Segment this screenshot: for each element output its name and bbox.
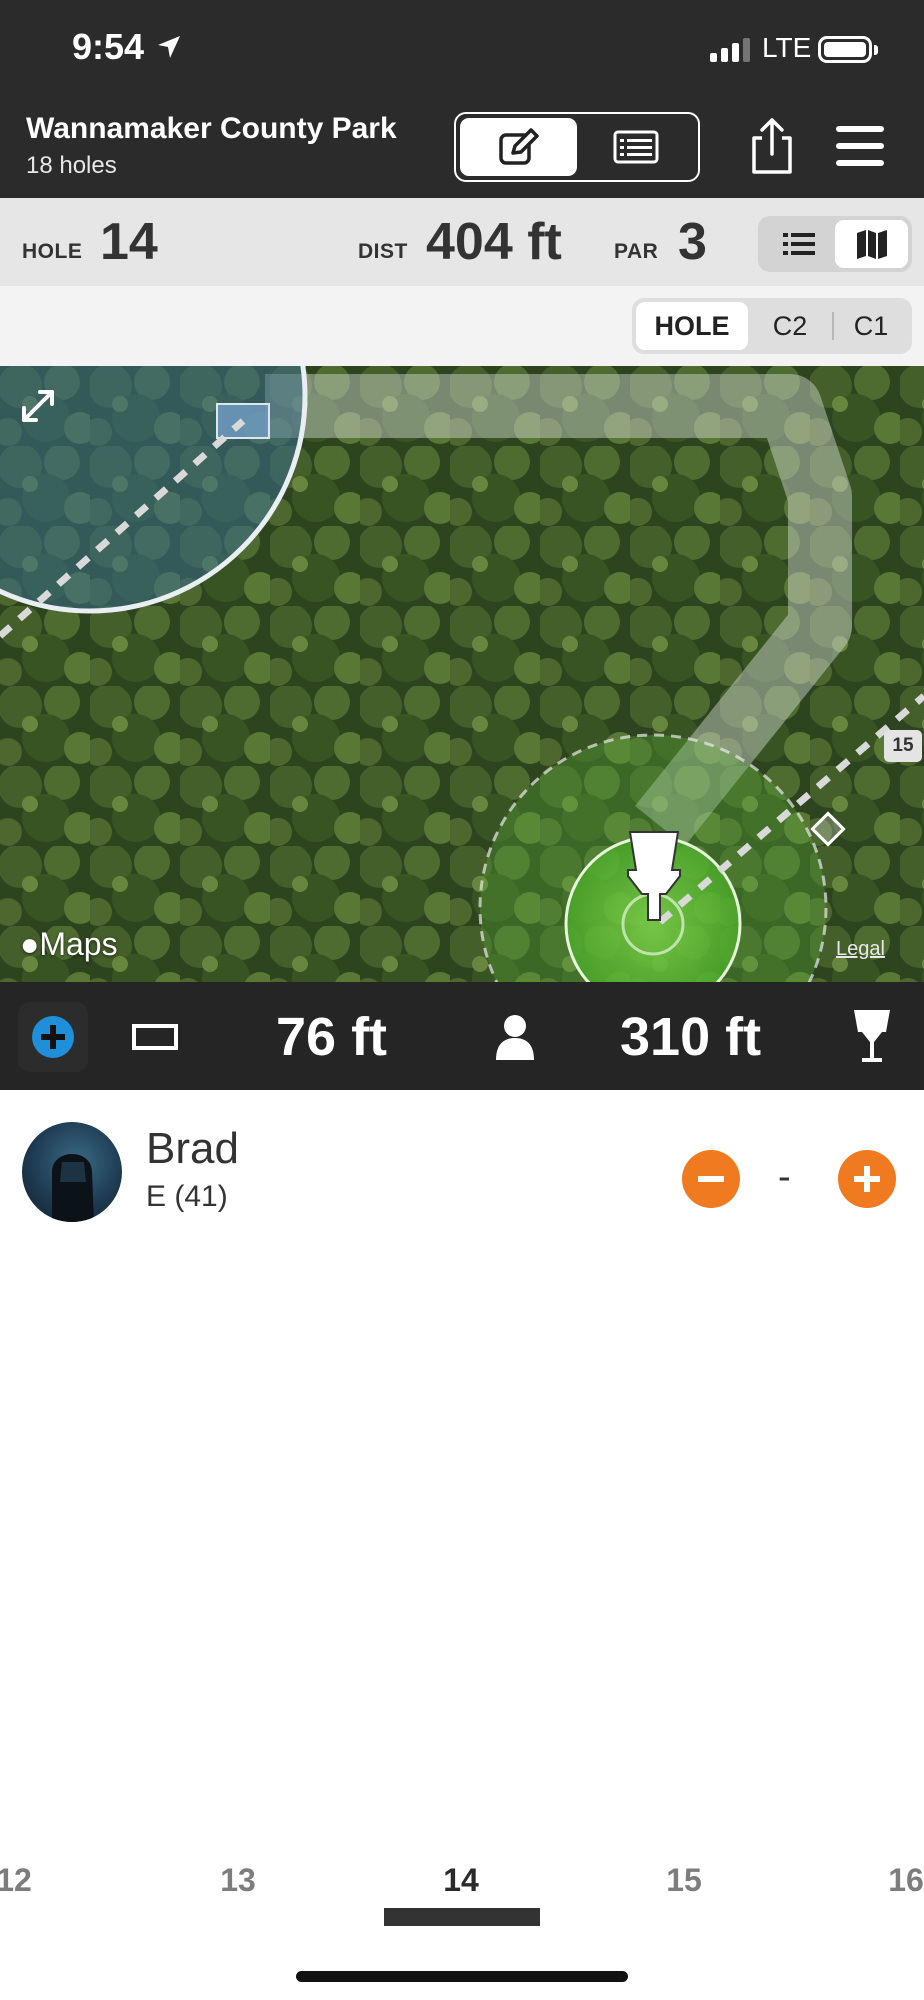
par-value: 3 xyxy=(678,213,707,271)
list-view-button[interactable] xyxy=(762,220,835,268)
course-name: Wannamaker County Park xyxy=(26,112,397,145)
hole-nav-item[interactable]: 16 xyxy=(888,1862,924,1899)
current-hole-indicator xyxy=(384,1908,540,1926)
hole-label: HOLE xyxy=(22,240,83,263)
basket-icon xyxy=(854,1010,890,1062)
distance-from-tee: 76 ft xyxy=(276,1007,388,1067)
view-toggle xyxy=(758,216,912,272)
par-label: PAR xyxy=(614,240,659,263)
mode-toggle xyxy=(454,112,700,182)
network-type: LTE xyxy=(762,32,812,63)
share-icon xyxy=(752,118,792,174)
person-icon xyxy=(496,1015,534,1060)
add-mark-button[interactable] xyxy=(18,1002,88,1072)
map-icon xyxy=(856,230,887,259)
target-c2-button[interactable]: C2 xyxy=(748,302,832,350)
map-view-button[interactable] xyxy=(835,220,908,268)
expand-icon xyxy=(22,390,54,422)
edit-icon xyxy=(498,128,539,165)
target-hole-button[interactable]: HOLE xyxy=(636,302,748,350)
signal-strength-icon xyxy=(710,38,750,62)
distance-bar: 76 ft 310 ft xyxy=(0,982,924,1090)
hole-nav-item-current[interactable]: 14 xyxy=(443,1862,479,1899)
home-indicator[interactable] xyxy=(296,1971,628,1982)
hole-nav-item[interactable]: 15 xyxy=(666,1862,702,1899)
plus-circle-icon xyxy=(32,1016,74,1058)
hole-map[interactable]: ●Maps Legal 15 xyxy=(0,366,924,982)
player-avatar[interactable] xyxy=(22,1122,122,1222)
share-button[interactable] xyxy=(748,116,796,176)
tee-pad-icon xyxy=(132,1024,178,1050)
hole-info-bar: HOLE 14 DIST 404 ft PAR 3 xyxy=(0,198,924,286)
hamburger-menu-button[interactable] xyxy=(836,126,884,166)
status-time: 9:54 xyxy=(72,26,145,67)
player-name: Brad xyxy=(146,1124,239,1173)
scorecard-mode-button[interactable] xyxy=(577,118,694,176)
minus-icon xyxy=(698,1176,724,1182)
location-arrow-icon xyxy=(158,36,180,58)
hole-nav-item[interactable]: 13 xyxy=(220,1862,256,1899)
player-row: Brad E (41) - xyxy=(0,1090,924,1250)
next-hole-badge[interactable]: 15 xyxy=(884,730,922,762)
legal-link[interactable]: Legal xyxy=(836,938,885,961)
decrease-strokes-button[interactable] xyxy=(682,1150,740,1208)
hole-nav-item[interactable]: 12 xyxy=(0,1862,32,1899)
increase-strokes-button[interactable] xyxy=(838,1150,896,1208)
hole-distance: 404 ft xyxy=(426,213,562,271)
list-icon xyxy=(782,233,815,255)
distance-to-basket: 310 ft xyxy=(620,1007,762,1067)
edit-mode-button[interactable] xyxy=(460,118,577,176)
battery-icon xyxy=(818,36,872,63)
app-header: Wannamaker County Park 18 holes xyxy=(0,98,924,198)
hole-count: 18 holes xyxy=(26,152,117,179)
status-bar: 9:54 LTE xyxy=(0,0,924,98)
target-segmented-control: HOLE C2 C1 xyxy=(632,298,912,354)
player-total-score: E (41) xyxy=(146,1180,228,1213)
hole-number: 14 xyxy=(100,213,158,271)
scorecard-icon xyxy=(613,130,658,164)
expand-map-button[interactable] xyxy=(18,386,58,426)
target-selector-bar: HOLE C2 C1 xyxy=(0,286,924,366)
plus-icon xyxy=(854,1166,880,1192)
apple-logo-icon: ● xyxy=(20,926,40,962)
stroke-count: - xyxy=(778,1156,791,1198)
satellite-map[interactable] xyxy=(0,366,924,982)
distance-label: DIST xyxy=(358,240,408,263)
target-c1-button[interactable]: C1 xyxy=(834,302,908,350)
apple-maps-logo: ●Maps xyxy=(20,926,118,962)
